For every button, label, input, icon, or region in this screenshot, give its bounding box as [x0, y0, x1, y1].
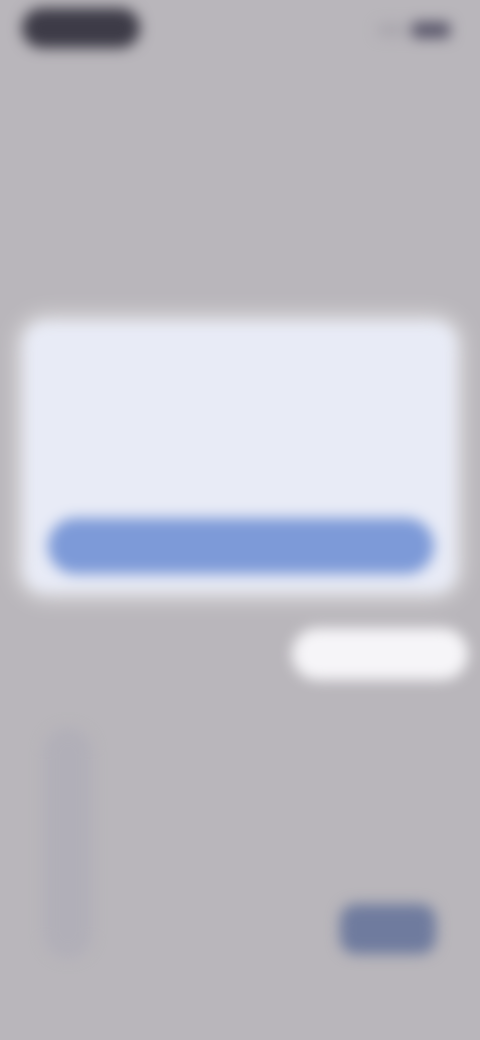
dialog-card — [24, 322, 456, 592]
keypad-key[interactable] — [350, 780, 410, 824]
keypad-key[interactable] — [240, 780, 300, 824]
status-time — [22, 8, 140, 48]
keypad-key[interactable] — [130, 780, 190, 824]
keypad-side-column[interactable] — [44, 728, 92, 958]
keypad-key[interactable] — [350, 844, 410, 888]
keypad-key[interactable] — [240, 716, 300, 760]
keypad-key[interactable] — [240, 844, 300, 888]
status-icons — [378, 22, 450, 38]
page-title — [60, 112, 420, 156]
top-link[interactable] — [34, 66, 144, 84]
keypad-key[interactable] — [350, 716, 410, 760]
keypad-confirm-button[interactable] — [340, 904, 436, 954]
signal-icon — [378, 24, 406, 36]
keypad — [20, 708, 460, 968]
dialog-primary-button[interactable] — [48, 518, 434, 574]
keypad-key[interactable] — [130, 844, 190, 888]
battery-icon — [412, 22, 450, 38]
amount-input[interactable] — [292, 628, 468, 680]
blurred-screen — [0, 0, 480, 1040]
keypad-key[interactable] — [130, 716, 190, 760]
